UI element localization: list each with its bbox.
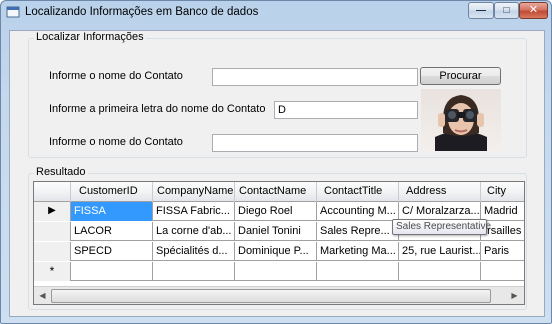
horizontal-scrollbar[interactable]: ◀ ▶	[34, 286, 524, 304]
form-client-area: Localizar Informações Informe o nome do …	[9, 30, 545, 317]
cell-customerid[interactable]: FISSA	[71, 202, 153, 221]
first-letter-input[interactable]: D	[274, 101, 418, 119]
search-button[interactable]: Procurar	[420, 67, 501, 85]
row-header[interactable]	[34, 242, 71, 261]
search-groupbox: Localizar Informações Informe o nome do …	[28, 31, 527, 158]
cell-companyname[interactable]: La corne d'ab...	[153, 222, 235, 241]
column-header-contacttitle[interactable]: ContactTitle	[317, 182, 399, 202]
column-header-companyname[interactable]: CompanyName	[153, 182, 235, 202]
cell-companyname[interactable]: Spécialités d...	[153, 242, 235, 261]
new-row-indicator-icon[interactable]: *	[34, 262, 71, 281]
column-header-city[interactable]: City	[481, 182, 524, 202]
customers-datagrid[interactable]: CustomerID CompanyName ContactName Conta…	[33, 181, 525, 305]
column-header-contactname[interactable]: ContactName	[235, 182, 317, 202]
window-title: Localizando Informações em Banco de dado…	[25, 6, 259, 18]
row-header[interactable]	[34, 222, 71, 241]
cell-contacttitle[interactable]: Marketing Ma...	[317, 242, 399, 261]
cell-new-companyname[interactable]	[153, 262, 235, 281]
search-group-legend: Localizar Informações	[34, 31, 146, 43]
column-header-customerid[interactable]: CustomerID	[71, 182, 153, 202]
maximize-button[interactable]: □	[494, 2, 519, 19]
contact-name-label: Informe o nome do Contato	[49, 70, 183, 82]
title-bar[interactable]: Localizando Informações em Banco de dado…	[1, 1, 551, 23]
cell-contactname[interactable]: Daniel Tonini	[235, 222, 317, 241]
cell-new-address[interactable]	[399, 262, 481, 281]
cell-new-contactname[interactable]	[235, 262, 317, 281]
close-button[interactable]: ✕	[519, 2, 548, 19]
cell-city[interactable]: Paris	[481, 242, 524, 261]
person-binoculars-icon	[435, 95, 487, 151]
scrollbar-thumb[interactable]	[51, 289, 491, 303]
first-letter-label: Informe a primeira letra do nome do Cont…	[49, 103, 266, 115]
cell-city[interactable]: Madrid	[481, 202, 524, 221]
cell-new-city[interactable]	[481, 262, 524, 281]
cell-companyname[interactable]: FISSA Fabric...	[153, 202, 235, 221]
current-row-indicator-icon[interactable]: ▶	[34, 202, 71, 221]
main-window: Localizando Informações em Banco de dado…	[0, 0, 552, 324]
scroll-left-icon[interactable]: ◀	[34, 288, 51, 304]
person-binoculars-image	[421, 89, 501, 151]
app-icon	[6, 6, 20, 18]
column-header-address[interactable]: Address	[399, 182, 481, 202]
cell-contacttitle[interactable]: Accounting M...	[317, 202, 399, 221]
cell-contactname[interactable]: Dominique P...	[235, 242, 317, 261]
cell-contactname[interactable]: Diego Roel	[235, 202, 317, 221]
cell-new-customerid[interactable]	[71, 262, 153, 281]
cell-address[interactable]: 25, rue Laurist...	[399, 242, 481, 261]
scroll-right-icon[interactable]: ▶	[506, 288, 523, 304]
cell-customerid[interactable]: SPECD	[71, 242, 153, 261]
row-header-corner	[34, 182, 71, 202]
cell-customerid[interactable]: LACOR	[71, 222, 153, 241]
contact-name-input[interactable]	[212, 68, 418, 86]
new-row[interactable]: *	[34, 262, 524, 281]
contact-name-input-2[interactable]	[212, 134, 418, 152]
table-row[interactable]: SPECD Spécialités d... Dominique P... Ma…	[34, 242, 524, 261]
cell-tooltip: Sales Representative	[392, 219, 491, 235]
result-group-legend: Resultado	[34, 166, 88, 178]
cell-new-contacttitle[interactable]	[317, 262, 399, 281]
contact-name-label-2: Informe o nome do Contato	[49, 136, 183, 148]
minimize-button[interactable]: —	[468, 2, 494, 19]
datagrid-header-row: CustomerID CompanyName ContactName Conta…	[34, 182, 524, 202]
cell-contacttitle[interactable]: Sales Repre...	[317, 222, 399, 241]
